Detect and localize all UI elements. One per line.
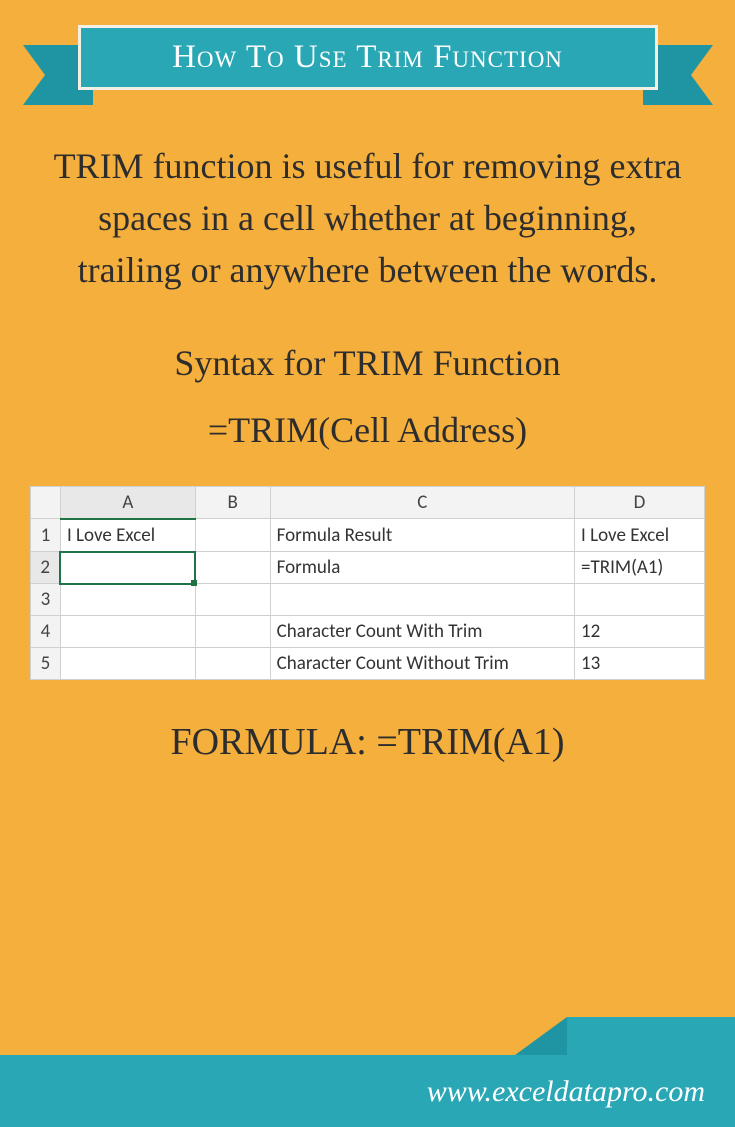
footer-triangle-icon (515, 1017, 567, 1055)
footer-tab (567, 1017, 735, 1055)
row-header: 2 (31, 552, 61, 584)
table-row: 4 Character Count With Trim 12 (31, 616, 705, 648)
header-ribbon: How To Use Trim Function (33, 25, 703, 100)
col-header-a: A (60, 486, 195, 519)
cell-d1: I Love Excel (575, 519, 705, 552)
corner-cell (31, 486, 61, 519)
row-header: 4 (31, 616, 61, 648)
cell-c4: Character Count With Trim (270, 616, 574, 648)
cell-d4: 12 (575, 616, 705, 648)
row-header: 5 (31, 648, 61, 680)
cell-a5 (60, 648, 195, 680)
footer-url: www.exceldatapro.com (427, 1075, 705, 1109)
cell-c3 (270, 584, 574, 616)
col-header-b: B (195, 486, 270, 519)
syntax-formula: =TRIM(Cell Address) (50, 409, 685, 451)
cell-d5: 13 (575, 648, 705, 680)
cell-b2 (195, 552, 270, 584)
cell-a3 (60, 584, 195, 616)
cell-d2: =TRIM(A1) (575, 552, 705, 584)
col-header-d: D (575, 486, 705, 519)
table-row: 1 I Love Excel Formula Result I Love Exc… (31, 519, 705, 552)
cell-b1 (195, 519, 270, 552)
row-header: 3 (31, 584, 61, 616)
table-row: 2 Formula =TRIM(A1) (31, 552, 705, 584)
cell-c5: Character Count Without Trim (270, 648, 574, 680)
page-title: How To Use Trim Function (172, 39, 563, 76)
cell-b5 (195, 648, 270, 680)
row-header: 1 (31, 519, 61, 552)
cell-a4 (60, 616, 195, 648)
table-row: 3 (31, 584, 705, 616)
formula-line: FORMULA: =TRIM(A1) (0, 720, 735, 764)
cell-a2-selected (60, 552, 195, 584)
table-row: 5 Character Count Without Trim 13 (31, 648, 705, 680)
syntax-label: Syntax for TRIM Function (50, 342, 685, 384)
cell-d3 (575, 584, 705, 616)
col-header-c: C (270, 486, 574, 519)
cell-b4 (195, 616, 270, 648)
cell-c1: Formula Result (270, 519, 574, 552)
cell-b3 (195, 584, 270, 616)
header-row: A B C D (31, 486, 705, 519)
cell-c2: Formula (270, 552, 574, 584)
description-text: TRIM function is useful for removing ext… (50, 140, 685, 297)
cell-a1: I Love Excel (60, 519, 195, 552)
spreadsheet: A B C D 1 I Love Excel Formula Result I … (30, 486, 705, 681)
ribbon-main: How To Use Trim Function (78, 25, 658, 90)
